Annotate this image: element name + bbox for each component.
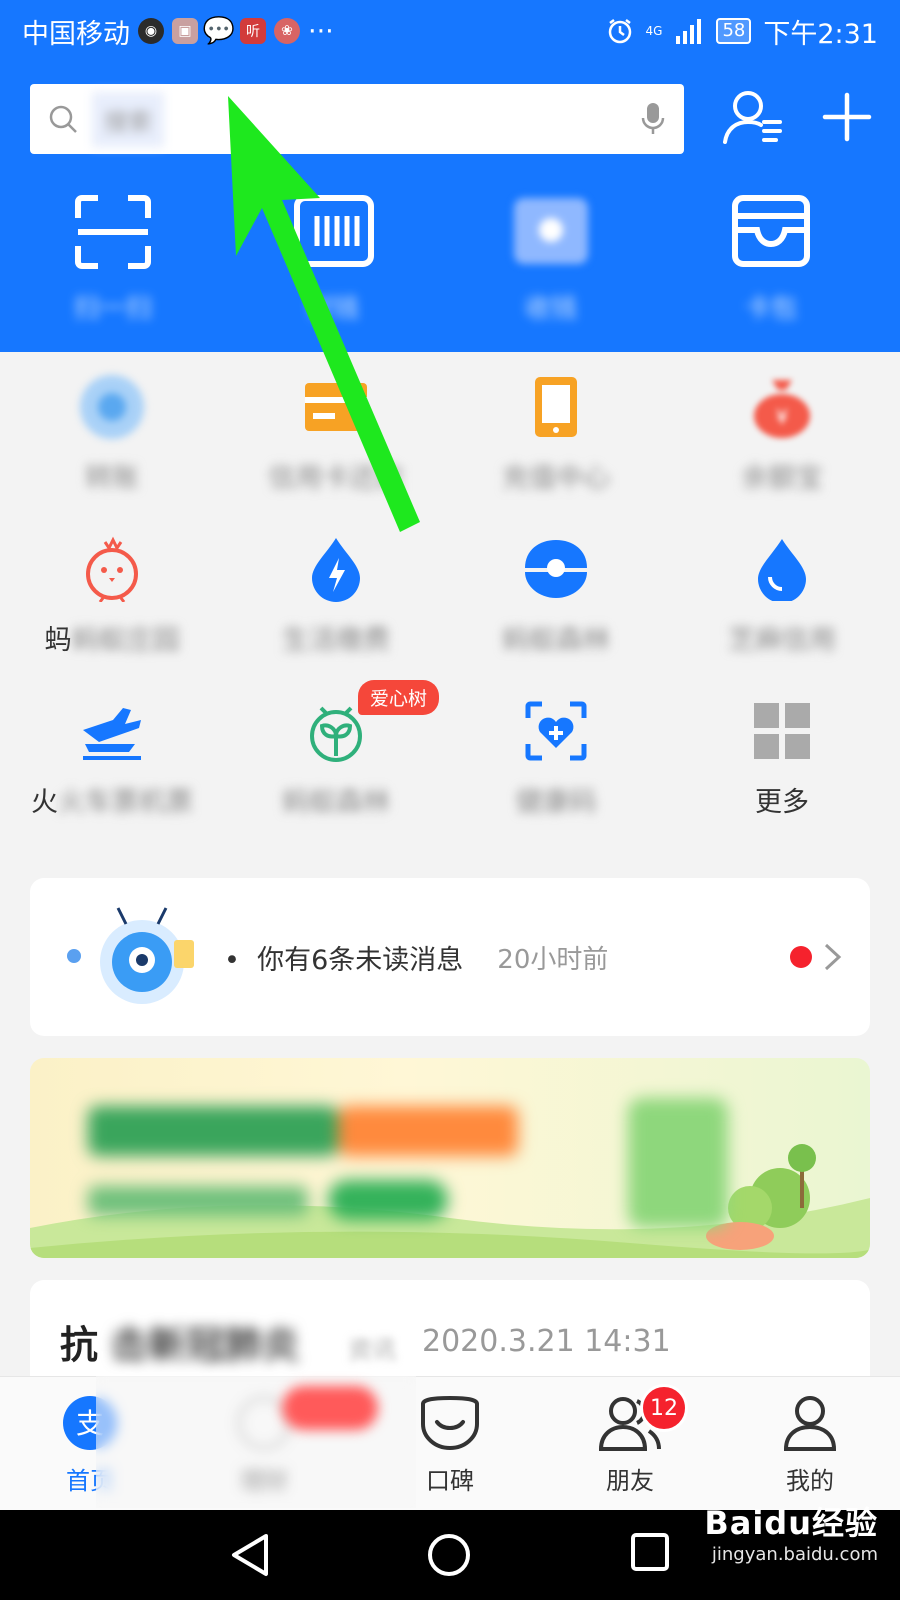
status-bar: 中国移动 ◉ ▣ 💬 听 ❀ ··· 4G 58 下午2:31 — [0, 0, 900, 62]
train-plane-icon — [83, 708, 141, 760]
ant-mascot-icon — [67, 907, 194, 1004]
news-time: 2020.3.21 14:31 — [422, 1324, 671, 1359]
news-title-prefix: 抗 — [60, 1323, 99, 1367]
grid-item-pearl[interactable]: 蚂蚁森林 — [466, 534, 646, 657]
grid-item-more[interactable]: 更多 — [692, 696, 872, 819]
moneybag-icon: ¥ — [754, 380, 810, 438]
unread-message-text: • 你有6条未读消息 — [224, 944, 464, 976]
watermark-url: jingyan.baidu.com — [711, 1544, 878, 1565]
pay-button[interactable]: 付钱 — [258, 194, 408, 325]
promo-banner[interactable] — [30, 1058, 870, 1258]
svg-text:¥: ¥ — [776, 405, 789, 429]
wallet-card-icon — [732, 195, 810, 267]
collect-icon — [514, 198, 588, 264]
cards-button[interactable]: 卡包 — [696, 194, 846, 325]
more-grid-icon — [754, 703, 810, 759]
grid-item-health-code[interactable]: 健康码 — [466, 696, 646, 819]
video-app-icon: ❀ — [274, 18, 300, 44]
collect-button[interactable]: 收钱 — [476, 194, 626, 325]
back-icon[interactable] — [228, 1532, 272, 1578]
chick-icon — [86, 536, 138, 602]
grid-item-phone-recharge[interactable]: 充值中心 — [466, 372, 646, 495]
grid-item-label: 转账 — [85, 463, 139, 494]
chevron-right-icon — [824, 943, 842, 971]
listen-app-icon: 听 — [240, 18, 266, 44]
drop-icon — [758, 539, 806, 601]
grid-item-label: 充值中心 — [502, 463, 610, 494]
friends-badge: 12 — [640, 1384, 688, 1432]
grid-item-label-blurred: 芝麻信用 — [728, 625, 836, 656]
news-tag: 资讯 — [348, 1336, 396, 1364]
grid-item-yuebao[interactable]: ¥ 余额宝 — [692, 372, 872, 495]
grid-item-label: 生活缴费 — [282, 625, 390, 656]
tab-friends[interactable]: 朋友 — [540, 1389, 720, 1496]
alarm-icon — [608, 19, 631, 44]
app-notification-icon: ◉ — [138, 18, 164, 44]
app-notification-icon: ▣ — [172, 18, 198, 44]
network-type: 4G — [645, 24, 663, 38]
koubei-icon — [421, 1396, 479, 1450]
unread-message-count: 你有6条未读消息 — [257, 944, 464, 976]
pearl-icon — [525, 540, 587, 598]
search-placeholder: 搜索 — [92, 91, 164, 147]
grid-item-label-blurred: 蚂蚁庄园 — [71, 625, 180, 656]
chat-bubble-icon: 💬 — [202, 16, 236, 46]
grid-item-label-blurred: 火车票机票 — [58, 787, 193, 818]
recent-apps-icon[interactable] — [630, 1532, 670, 1572]
carrier-name: 中国移动 — [22, 18, 130, 50]
grid-item-label: 信用卡还款 — [268, 463, 404, 494]
grid-item-label: 蚂蚁森林 — [282, 787, 390, 818]
unread-messages-card[interactable]: • 你有6条未读消息 20小时前 — [30, 878, 870, 1036]
tab-mine[interactable]: 我的 — [720, 1389, 900, 1496]
grid-item-ant-manor[interactable]: 蚂蚂蚁庄园 — [22, 534, 202, 657]
grid-item-zhima-credit[interactable]: 芝麻信用 — [692, 534, 872, 657]
grid-item-label: 蚂蚁森林 — [502, 625, 610, 656]
health-icon — [525, 701, 587, 761]
grid-item-label: 芝麻信用 — [692, 618, 872, 657]
contacts-icon[interactable] — [722, 88, 786, 146]
grid-item-label: 火火车票机票 — [22, 780, 202, 819]
signal-icon — [676, 19, 702, 44]
scan-label: 扫一扫 — [73, 294, 152, 324]
home-circle-icon[interactable] — [426, 1532, 472, 1578]
grid-item-utilities[interactable]: 生活缴费 — [246, 534, 426, 657]
pay-label: 付钱 — [306, 294, 359, 324]
battery-indicator: 58 — [716, 18, 752, 44]
watermark-main: Baidu经验 — [704, 1504, 878, 1542]
news-title-blurred: 击新冠肺炎 — [110, 1323, 301, 1367]
lightning-drop-icon — [312, 538, 360, 602]
clock: 下午2:31 — [763, 18, 878, 50]
grid-item-train-plane[interactable]: 火火车票机票 — [22, 696, 202, 819]
add-icon[interactable] — [822, 92, 872, 142]
microphone-icon[interactable] — [640, 101, 666, 137]
scan-icon — [75, 195, 151, 269]
baidu-watermark: Baidu经验 jingyan.baidu.com — [704, 1498, 878, 1565]
tab-label: 朋友 — [606, 1467, 654, 1495]
grid-item-credit-card[interactable]: 信用卡还款 — [246, 372, 426, 495]
more-notifications-icon: ··· — [308, 15, 334, 47]
cards-label: 卡包 — [744, 294, 797, 324]
message-time: 20小时前 — [497, 944, 609, 975]
search-icon — [49, 105, 77, 133]
grid-item-label: 余额宝 — [741, 463, 823, 494]
grid-item-label: 健康码 — [515, 787, 597, 818]
grid-item-label-prefix: 火 — [31, 787, 58, 818]
grid-item-transfer[interactable]: 转账 — [22, 372, 202, 495]
unread-dot — [790, 946, 812, 968]
scan-button[interactable]: 扫一扫 — [38, 194, 188, 325]
grid-item-label-prefix: 蚂 — [44, 625, 72, 656]
credit-card-icon — [305, 383, 367, 431]
profile-icon — [783, 1396, 837, 1451]
banner-content-blurred — [88, 1088, 728, 1248]
search-input[interactable]: 搜索 — [30, 84, 684, 154]
tab-label: 我的 — [786, 1467, 834, 1495]
grid-item-label: 蚂蚂蚁庄园 — [22, 618, 202, 657]
alipay-icon — [80, 375, 144, 439]
collect-label: 收钱 — [524, 294, 577, 324]
barcode-icon — [294, 195, 374, 267]
grid-item-label: 更多 — [755, 787, 809, 818]
phone-icon — [535, 377, 577, 437]
tab-bar-blur-overlay — [96, 1376, 416, 1508]
love-tree-badge: 爱心树 — [358, 680, 440, 715]
